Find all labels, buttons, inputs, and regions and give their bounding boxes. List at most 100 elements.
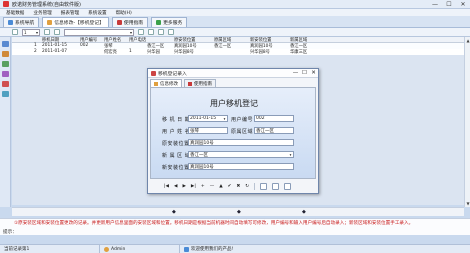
hint-text: ①原安装区域和安装位置更改的记录。并更新用户信息里面的安装区域和位置。移机日期是… — [14, 221, 414, 226]
guide-icon — [116, 20, 122, 25]
date-field[interactable]: 2011-01-15 ▾ — [188, 115, 228, 122]
splitter-marker-icon[interactable]: ◆ — [237, 209, 241, 215]
edit-icon — [154, 81, 158, 86]
dialog-title-bar: 移机登记录入 — ☐ ✕ — [148, 69, 318, 78]
cell-phone: 1 — [129, 49, 132, 54]
navigation-icon — [8, 20, 13, 25]
dialog-title: 移机登记录入 — [158, 71, 187, 77]
vertical-scrollbar[interactable]: ▲ ▼ — [464, 37, 470, 207]
refresh-icon[interactable] — [148, 29, 154, 35]
filter-select[interactable]: ▾ — [64, 28, 134, 36]
dialog-tab-label: 信息修改 — [160, 81, 178, 87]
scroll-down-icon[interactable]: ▼ — [465, 201, 470, 206]
tab-label: 使用指南 — [123, 21, 144, 26]
relocation-dialog: 移机登记录入 — ☐ ✕ 信息修改 使用指南 用户移机登记 移 机 日 期 20… — [147, 68, 319, 194]
filter-icon[interactable] — [54, 29, 60, 35]
dialog-close-button[interactable]: ✕ — [309, 69, 318, 78]
add-record-button[interactable]: + — [201, 184, 205, 189]
tab-label: 系统导航 — [15, 21, 35, 26]
last-record-button[interactable]: ▶| — [191, 184, 196, 189]
status-record-text: 当前记录第1 — [4, 247, 30, 252]
tab-label: 更多服务 — [163, 21, 183, 26]
tab-navigation[interactable]: 系统导航 — [3, 17, 40, 27]
prev-record-button[interactable]: ◀ — [174, 184, 177, 189]
first-record-button[interactable]: |◀ — [164, 184, 169, 189]
chevron-down-icon[interactable]: ▾ — [288, 152, 293, 157]
settings-icon[interactable] — [2, 81, 9, 87]
page-select-value: 1 — [24, 29, 27, 35]
hint-panel: ①原安装区域和安装位置更改的记录。并更新用户信息里面的安装区域和位置。移机日期是… — [0, 218, 470, 235]
chevron-down-icon: ▾ — [35, 29, 38, 35]
folder-icon[interactable] — [2, 51, 9, 57]
menu-bar: 基础数据 业务管理 报表管理 系统设置 帮助(H) — [0, 9, 470, 16]
horizontal-scrollbar[interactable]: ◆ ◆ ◆ — [12, 207, 464, 216]
menu-item-settings[interactable]: 系统设置 — [88, 10, 106, 16]
home-icon[interactable] — [2, 41, 9, 47]
print-icon[interactable] — [272, 182, 279, 190]
user-icon[interactable] — [2, 71, 9, 77]
edit-icon — [47, 20, 53, 25]
tab-guide[interactable]: 使用指南 — [111, 17, 149, 27]
row-number: 2 — [34, 49, 37, 54]
form-title: 用户移机登记 — [210, 99, 258, 108]
dialog-window-controls: — ☐ ✕ — [291, 69, 318, 78]
hint-label: 提示： — [3, 230, 17, 235]
minimize-button[interactable]: — — [428, 0, 442, 9]
date-label: 移 机 日 期 — [162, 117, 191, 123]
menu-item-business[interactable]: 业务管理 — [33, 10, 51, 16]
new-area-select[interactable]: 香江一区 ▾ — [188, 151, 294, 158]
data-grid: 移机日期 用户编号 用户姓名 用户电话 原安装位置 原属区域 新安装位置 新属区… — [12, 37, 464, 55]
report-icon[interactable] — [2, 91, 9, 97]
page-select[interactable]: 1 ▾ — [22, 28, 40, 36]
edit-record-button[interactable]: ▲ — [219, 184, 222, 189]
area-label: 原属区域 — [231, 129, 254, 135]
dialog-minimize-button[interactable]: — — [291, 69, 300, 78]
export-icon[interactable] — [158, 29, 164, 35]
dialog-tab-guide[interactable]: 使用指南 — [184, 79, 216, 87]
new-area-label: 新 属 区 域 — [162, 153, 191, 159]
name-field[interactable]: 张琴 — [188, 127, 228, 134]
print-icon[interactable] — [168, 29, 174, 35]
close-button[interactable]: ✕ — [456, 0, 470, 9]
menu-item-reports[interactable]: 报表管理 — [61, 10, 79, 16]
next-record-button[interactable]: ▶ — [182, 184, 185, 189]
delete-icon[interactable] — [44, 29, 50, 35]
status-user-name: Admin — [111, 246, 126, 252]
refresh-record-button[interactable]: ↻ — [245, 184, 249, 189]
dialog-maximize-button[interactable]: ☐ — [300, 69, 309, 78]
dialog-tab-edit[interactable]: 信息修改 — [150, 79, 182, 87]
cell-date: 2011-01-07 — [42, 49, 67, 54]
cancel-record-button[interactable]: ✖ — [236, 184, 240, 189]
chevron-down-icon[interactable]: ▾ — [222, 116, 227, 121]
tab-more-services[interactable]: 更多服务 — [151, 17, 188, 27]
old-position-label: 原安装位置 — [162, 141, 190, 147]
old-position-field[interactable]: 真润园10号 — [188, 139, 294, 146]
chart-icon[interactable] — [2, 61, 9, 67]
menu-item-help[interactable]: 帮助(H) — [116, 10, 132, 16]
maximize-button[interactable]: ☐ — [442, 0, 456, 9]
save-icon[interactable] — [260, 182, 267, 190]
search-icon[interactable] — [138, 29, 144, 35]
name-field-value: 张琴 — [190, 128, 199, 134]
cell-user-no: 002 — [80, 43, 89, 48]
left-sidebar — [0, 37, 11, 207]
area-field-value: 香江一区 — [256, 128, 274, 134]
date-field-value: 2011-01-15 — [190, 116, 217, 121]
tab-relocation-edit[interactable]: 信息修改-【移机登记】 — [42, 17, 109, 27]
user-no-field[interactable]: 002 — [254, 115, 294, 122]
splitter-marker-icon[interactable]: ◆ — [302, 209, 306, 215]
dialog-form-panel: 用户移机登记 移 机 日 期 2011-01-15 ▾ 用户编号 002 用 户… — [150, 87, 316, 179]
post-record-button[interactable]: ✔ — [228, 184, 232, 189]
menu-item-basic-data[interactable]: 基础数据 — [6, 10, 24, 16]
dialog-tab-label: 使用指南 — [194, 81, 212, 87]
pencil-icon[interactable] — [12, 29, 18, 35]
guide-icon — [188, 81, 192, 86]
exit-icon[interactable] — [284, 182, 291, 190]
delete-record-button[interactable]: — — [210, 184, 215, 189]
new-position-field[interactable]: 真润园10号 — [188, 163, 294, 170]
dialog-app-icon — [151, 70, 156, 76]
new-position-label: 新安装位置 — [162, 165, 190, 171]
splitter-marker-icon[interactable]: ◆ — [172, 209, 176, 215]
area-field[interactable]: 香江一区 — [254, 127, 294, 134]
scroll-up-icon[interactable]: ▲ — [465, 38, 470, 43]
